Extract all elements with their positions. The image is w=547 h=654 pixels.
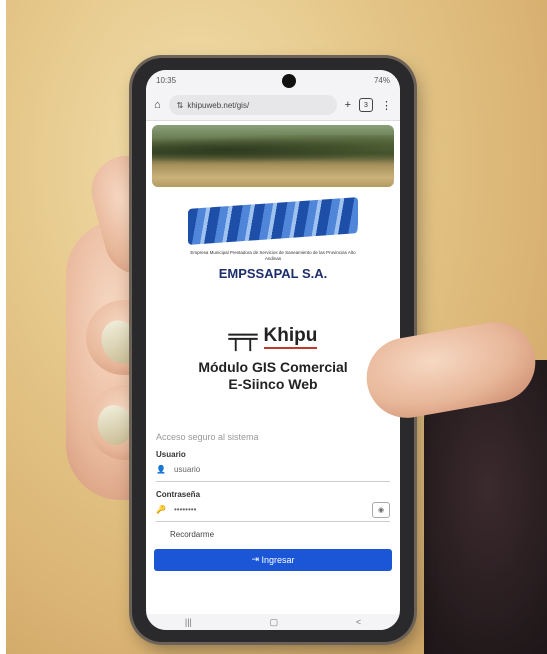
- user-value: usuario: [173, 465, 201, 475]
- company-logo: Empresa Municipal Prestadora de Servicio…: [146, 197, 400, 281]
- android-nav-bar: ||| ▢ <: [146, 614, 400, 630]
- logo-caption: Empresa Municipal Prestadora de Servicio…: [190, 250, 356, 261]
- plus-icon[interactable]: +: [345, 99, 351, 111]
- module-title: Módulo GIS Comercial E-Siinco Web: [146, 359, 400, 394]
- khipu-name: Khipu: [263, 325, 318, 349]
- home-icon[interactable]: ⌂: [154, 99, 161, 111]
- site-info-icon[interactable]: ⇅: [177, 101, 184, 110]
- front-camera: [282, 74, 296, 88]
- company-name: EMPSSAPAL S.A.: [218, 265, 328, 281]
- eye-icon[interactable]: ◉: [372, 501, 390, 518]
- login-icon: ⇥: [251, 554, 262, 565]
- phone-screen: 10:35 74% ⌂ ⇅ khipuweb.net/gis/ + 3 ⋮ Em…: [146, 70, 400, 630]
- home-nav-icon[interactable]: ▢: [270, 617, 279, 628]
- module-title-line-1: Módulo GIS Comercial: [198, 358, 348, 375]
- status-battery: 74%: [373, 75, 390, 85]
- login-form: Acceso seguro al sistema Usuario 👤 usuar…: [146, 432, 400, 539]
- login-button[interactable]: ⇥ Ingresar: [154, 548, 392, 571]
- form-hint: Acceso seguro al sistema: [156, 431, 259, 442]
- password-value: ••••••••: [173, 505, 197, 515]
- user-icon: 👤: [156, 465, 166, 475]
- address-bar[interactable]: ⇅ khipuweb.net/gis/: [168, 95, 337, 115]
- remember-checkbox[interactable]: Recordarme: [156, 530, 390, 539]
- login-label: Ingresar: [261, 554, 295, 565]
- url-text: khipuweb.net/gis/: [187, 100, 250, 110]
- recents-icon[interactable]: |||: [185, 617, 192, 627]
- khipu-logo-icon: ╤╤: [228, 322, 258, 351]
- key-icon: 🔑: [156, 505, 166, 515]
- browser-toolbar: ⌂ ⇅ khipuweb.net/gis/ + 3 ⋮: [146, 90, 400, 121]
- password-field[interactable]: 🔑 •••••••• ◉: [156, 499, 390, 522]
- user-label: Usuario: [156, 449, 186, 459]
- smartphone: 10:35 74% ⌂ ⇅ khipuweb.net/gis/ + 3 ⋮ Em…: [132, 58, 414, 642]
- module-title-line-2: E-Siinco Web: [228, 376, 318, 393]
- status-bar: 10:35 74%: [146, 70, 400, 90]
- status-time: 10:35: [156, 75, 177, 85]
- tabs-button[interactable]: 3: [359, 98, 373, 112]
- photo-scene: 10:35 74% ⌂ ⇅ khipuweb.net/gis/ + 3 ⋮ Em…: [6, 0, 547, 654]
- password-label: Contraseña: [156, 489, 201, 499]
- menu-icon[interactable]: ⋮: [381, 99, 392, 112]
- header-landscape-image: [152, 125, 394, 187]
- khipu-brand: ╤╤ Khipu: [146, 325, 400, 349]
- back-icon[interactable]: <: [356, 617, 361, 627]
- wave-logo-graphic: [188, 197, 358, 245]
- user-field[interactable]: 👤 usuario: [156, 459, 390, 482]
